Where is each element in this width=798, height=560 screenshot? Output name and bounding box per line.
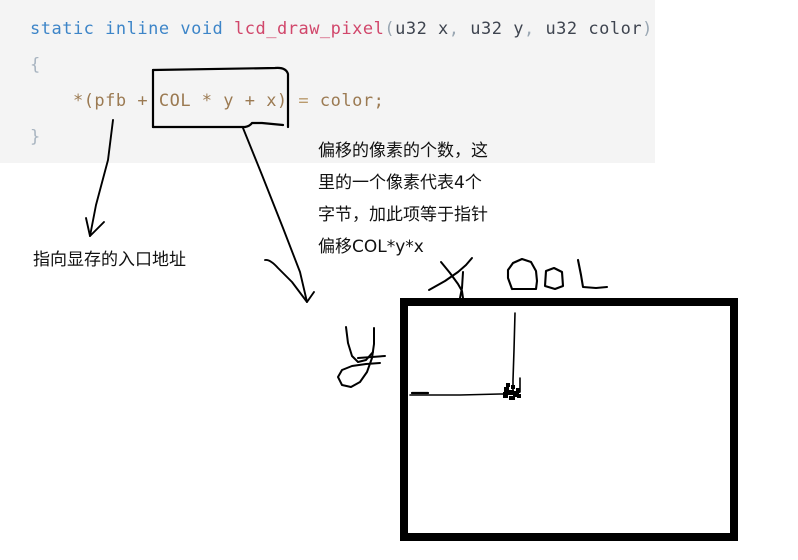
code-token-assign-operator: =: [287, 91, 320, 111]
code-token-color-value: color;: [319, 91, 385, 111]
code-line-assignment: *(pfb + COL * y + x) = color;: [30, 91, 384, 111]
code-token-keyword-void: void: [180, 19, 224, 39]
sketch-label-col: [506, 257, 609, 291]
sketch-y-offset-line: [512, 312, 516, 393]
code-line-signature: static inline void lcd_draw_pixel(u32 x,…: [30, 19, 653, 39]
sketch-label-y-axis: [337, 326, 386, 388]
annotation-framebuffer-pointer: 指向显存的入口地址: [33, 250, 186, 270]
code-token-comma: ,: [448, 19, 471, 39]
code-token-paren-open: (: [384, 19, 396, 39]
framebuffer-screen-rectangle: [400, 298, 738, 541]
code-block: static inline void lcd_draw_pixel(u32 x,…: [0, 0, 655, 163]
annotation-line: 里的一个像素代表4个: [318, 173, 482, 193]
code-token-param-y: u32 y: [470, 19, 524, 39]
leader-line-x-to-rect: [459, 271, 464, 299]
code-token-brace-open: {: [30, 55, 41, 75]
code-line-close-brace: }: [30, 127, 41, 147]
code-token-function-name: lcd_draw_pixel: [234, 19, 385, 39]
code-token-brace-close: }: [30, 127, 41, 147]
annotation-offset-explanation: 偏移的像素的个数，这 里的一个像素代表4个 字节，加此项等于指针 偏移COL*y…: [318, 143, 488, 271]
code-token-keyword-inline: inline: [105, 19, 170, 39]
code-line-open-brace: {: [30, 55, 41, 75]
code-token-keyword-static: static: [30, 19, 95, 39]
annotation-line: 偏移的像素的个数，这: [318, 141, 488, 161]
code-token-pointer-base: *(pfb +: [72, 91, 159, 111]
code-token-param-color: u32 color: [545, 19, 643, 39]
code-token-param-x: u32 x: [395, 19, 449, 39]
annotation-line: 字节，加此项等于指针: [318, 205, 488, 225]
code-token-offset-expression: COL * y + x): [158, 91, 288, 111]
code-token-paren-close: ): [642, 19, 653, 39]
code-token-indent: [30, 91, 73, 111]
code-token-comma: ,: [523, 19, 546, 39]
annotation-line: 偏移COL*y*x: [318, 237, 424, 257]
sketch-x-offset-line: [409, 393, 513, 396]
pixel-point-marker: [503, 383, 521, 400]
